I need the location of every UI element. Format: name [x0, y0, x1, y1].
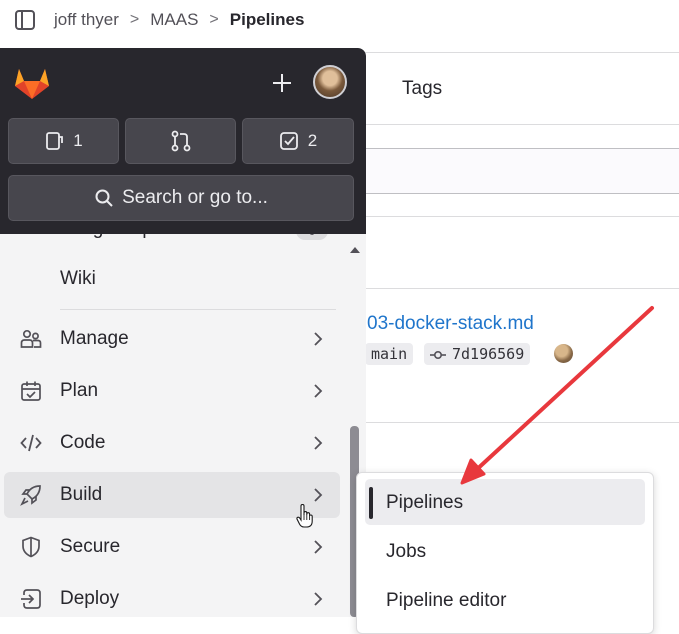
commit-sha-chip[interactable]: 7d196569	[424, 343, 531, 365]
breadcrumb-user[interactable]: joff thyer	[54, 10, 119, 30]
issues-count: 1	[73, 131, 83, 150]
tab-tags[interactable]: Tags	[402, 78, 442, 100]
top-bar: joff thyer > MAAS > Pipelines	[0, 0, 679, 50]
breadcrumb-project[interactable]: MAAS	[150, 10, 198, 30]
chevron-right-icon	[314, 332, 323, 346]
divider	[365, 422, 679, 423]
filter-bar	[365, 148, 679, 194]
chevron-right-icon	[314, 540, 323, 554]
merge-requests-button[interactable]	[125, 118, 236, 164]
sidebar-menu: Merge requests 0 Wiki Manage Pla	[0, 198, 366, 617]
sidebar-item-secure[interactable]: Secure	[4, 524, 340, 570]
user-avatar[interactable]	[313, 65, 347, 99]
sidebar-panel: 1 2 Search or go to... Wiki Manage Plan …	[0, 48, 366, 617]
commit-sha: 7d196569	[452, 345, 525, 363]
shield-icon	[22, 536, 40, 558]
sidebar-item-label: Secure	[60, 536, 121, 557]
chevron-right-icon	[314, 436, 323, 450]
calendar-icon	[21, 381, 41, 401]
flyout-item-pipelines[interactable]: Pipelines	[365, 479, 645, 525]
flyout-item-jobs[interactable]: Jobs	[365, 528, 645, 574]
sidebar-item-label: Code	[60, 432, 106, 453]
sidebar-item-label: Build	[60, 484, 103, 505]
sidebar-toggle-icon[interactable]	[14, 9, 36, 31]
deploy-icon	[21, 589, 41, 609]
rocket-icon	[20, 485, 41, 506]
divider	[365, 216, 679, 217]
create-new-icon[interactable]	[270, 71, 294, 95]
code-icon	[20, 434, 42, 452]
sidebar-item-build[interactable]: Build	[4, 472, 340, 518]
sidebar-item-label: Plan	[60, 380, 99, 401]
divider	[365, 52, 679, 53]
sidebar-header: 1 2 Search or go to...	[0, 48, 366, 234]
sidebar-item-manage[interactable]: Manage	[4, 316, 340, 362]
active-indicator	[369, 487, 373, 519]
gitlab-logo-icon[interactable]	[13, 65, 51, 101]
sidebar-item-deploy[interactable]: Deploy	[4, 576, 340, 617]
sidebar-item-label: Manage	[60, 328, 129, 349]
todos-counter-button[interactable]: 2	[242, 118, 354, 164]
chevron-right-icon	[314, 592, 323, 606]
merge-request-icon	[171, 130, 190, 152]
scroll-up-arrow-icon[interactable]	[349, 246, 361, 254]
branch-chip[interactable]: main	[365, 343, 414, 365]
search-label: Search or go to...	[122, 187, 268, 208]
chevron-right-icon	[314, 488, 323, 502]
commit-title-link[interactable]: 03-docker-stack.md	[367, 313, 534, 335]
search-button[interactable]: Search or go to...	[8, 175, 354, 221]
flyout-item-label: Pipelines	[386, 492, 464, 513]
sidebar-item-code[interactable]: Code	[4, 420, 340, 466]
flyout-item-label: Pipeline editor	[386, 590, 507, 611]
todo-icon	[279, 132, 298, 150]
flyout-item-pipeline-editor[interactable]: Pipeline editor	[365, 577, 645, 623]
todos-count: 2	[307, 131, 318, 150]
sidebar-item-plan[interactable]: Plan	[4, 368, 340, 414]
author-avatar[interactable]	[554, 344, 573, 363]
flyout-item-label: Jobs	[386, 541, 427, 562]
divider	[365, 124, 679, 125]
users-icon	[20, 329, 42, 348]
commit-icon	[430, 350, 446, 359]
build-flyout-menu: Pipelines Jobs Pipeline editor	[356, 472, 654, 634]
search-icon	[95, 189, 113, 207]
issues-counter-button[interactable]: 1	[8, 118, 119, 164]
issues-icon	[46, 132, 64, 150]
divider	[60, 309, 336, 310]
chevron-right-icon	[314, 384, 323, 398]
sidebar-item-label: Deploy	[60, 588, 120, 609]
breadcrumb: joff thyer > MAAS > Pipelines	[54, 8, 304, 32]
divider	[365, 288, 679, 289]
breadcrumb-separator: >	[129, 11, 140, 28]
breadcrumb-separator: >	[209, 11, 219, 28]
breadcrumb-current: Pipelines	[229, 10, 305, 29]
hand-cursor-icon	[296, 504, 313, 528]
sidebar-item-wiki[interactable]: Wiki	[60, 268, 96, 290]
